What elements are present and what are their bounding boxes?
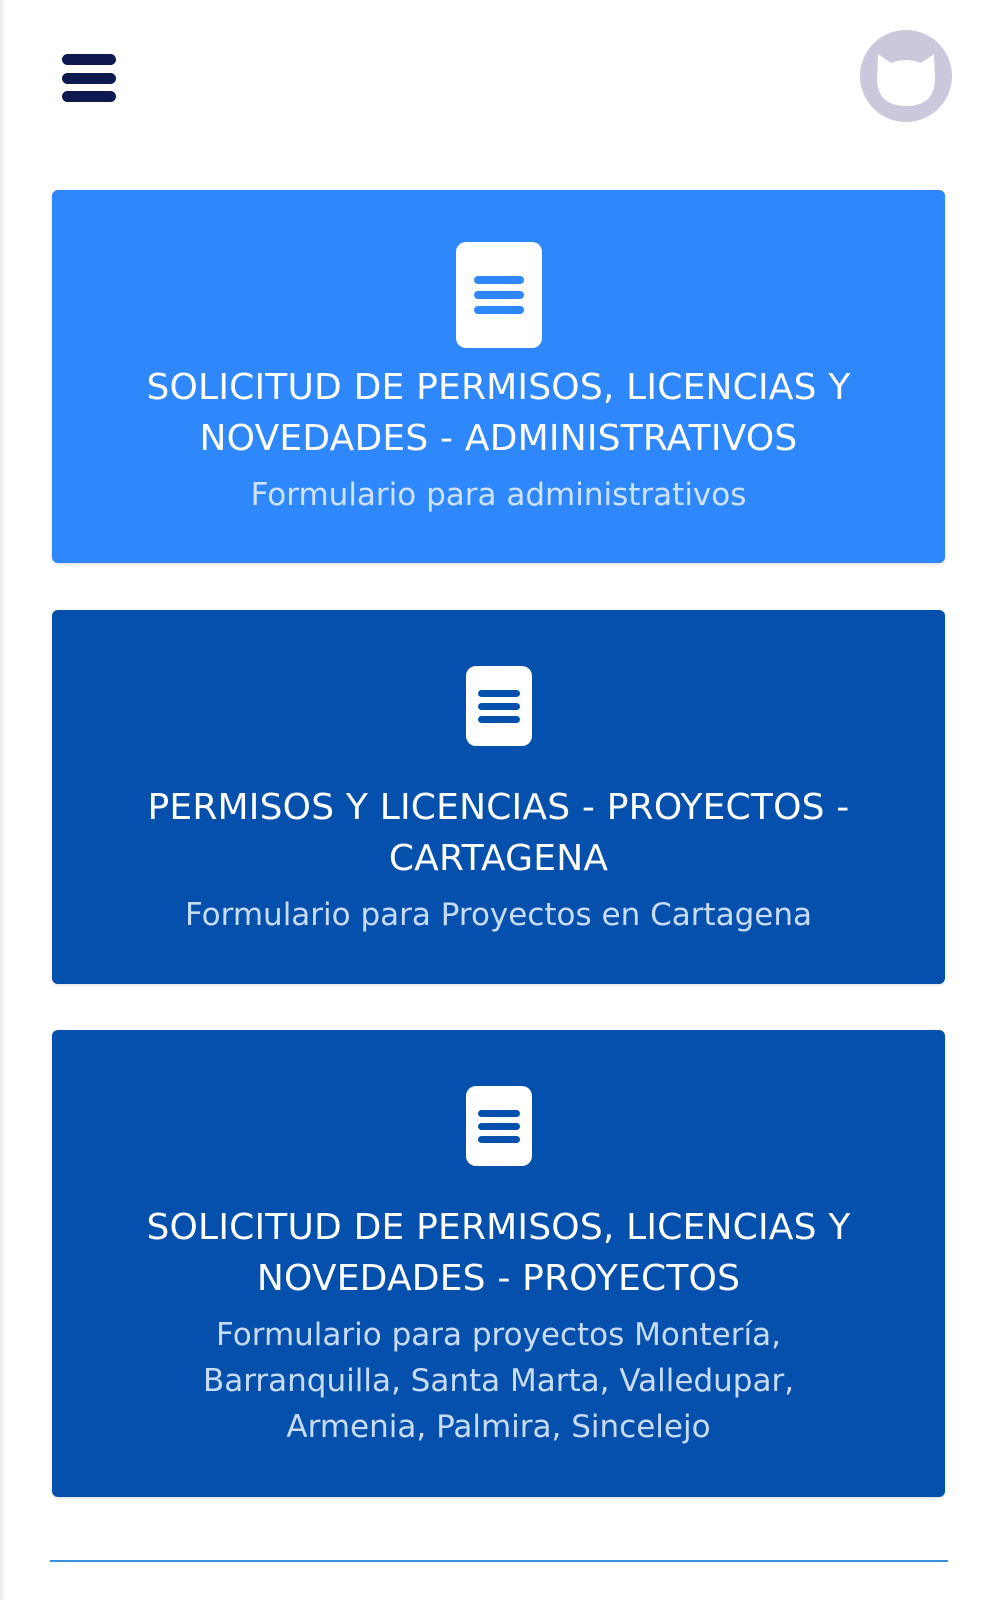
card-title: PERMISOS Y LICENCIAS - PROYECTOS - CARTA… — [147, 787, 850, 879]
document-icon — [455, 242, 542, 348]
form-card-proyectos[interactable]: SOLICITUD DE PERMISOS, LICENCIAS Y NOVED… — [52, 1030, 945, 1497]
cat-avatar-icon[interactable] — [860, 30, 952, 122]
form-card-cartagena[interactable]: PERMISOS Y LICENCIAS - PROYECTOS - CARTA… — [52, 610, 945, 984]
card-subtitle: Formulario para administrativos — [250, 477, 747, 513]
menu-bar — [62, 91, 116, 102]
card-subtitle: Formulario para proyectos Montería, Barr… — [202, 1317, 795, 1445]
screen-edge — [0, 0, 6, 1600]
hamburger-menu-icon[interactable] — [58, 48, 120, 108]
card-subtitle: Formulario para Proyectos en Cartagena — [184, 897, 813, 933]
menu-bar — [62, 54, 116, 65]
document-icon — [465, 666, 532, 746]
form-card-administrativos[interactable]: SOLICITUD DE PERMISOS, LICENCIAS Y NOVED… — [52, 190, 945, 563]
divider — [50, 1560, 948, 1562]
menu-bar — [62, 72, 116, 84]
card-title: SOLICITUD DE PERMISOS, LICENCIAS Y NOVED… — [146, 367, 851, 459]
card-title: SOLICITUD DE PERMISOS, LICENCIAS Y NOVED… — [146, 1207, 851, 1299]
document-icon — [465, 1086, 532, 1166]
